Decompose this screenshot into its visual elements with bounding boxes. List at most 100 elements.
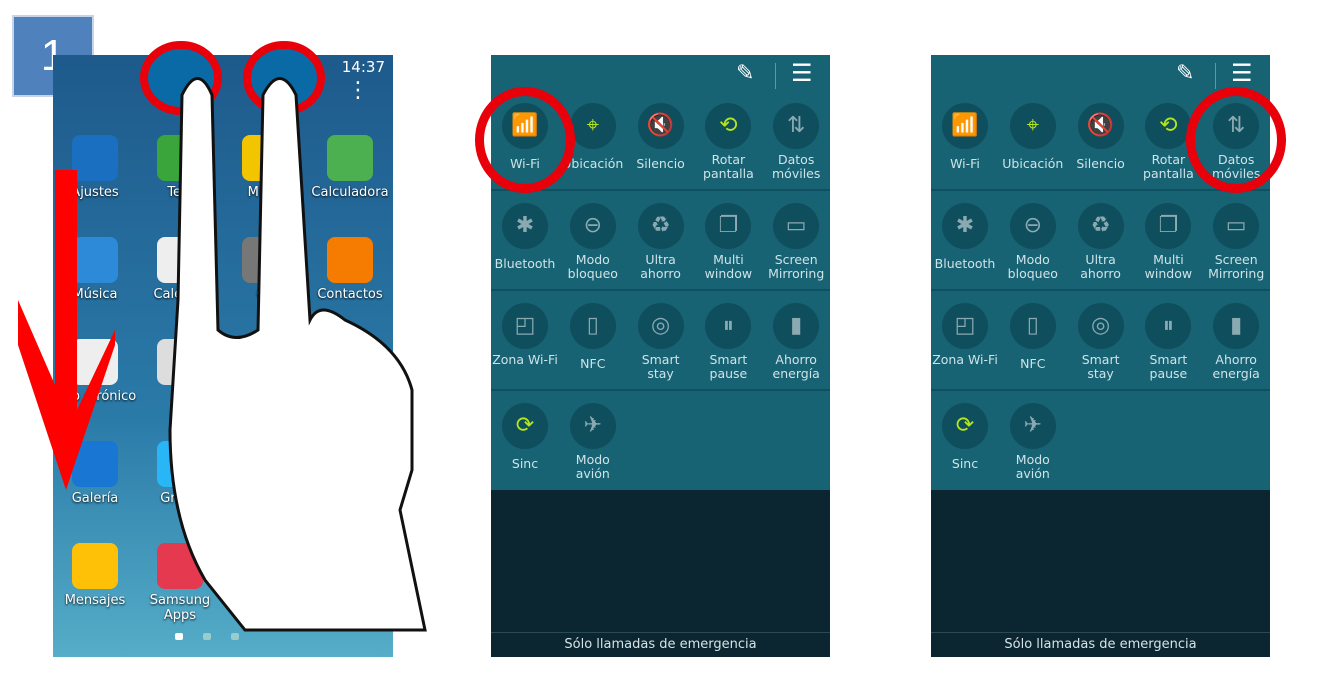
power-saving-icon: ▮	[773, 303, 820, 349]
quick-toggle-multi-window[interactable]: ❐ Multi window	[694, 203, 762, 281]
location-icon: ⌖	[569, 103, 616, 149]
toggle-label: NFC	[1020, 356, 1046, 371]
toggle-label: Smart pause	[1149, 352, 1188, 381]
quick-toggle-airplane[interactable]: ✈ Modo avión	[559, 403, 627, 481]
location-icon: ⌖	[1009, 103, 1056, 149]
toggle-label: Modo avión	[1015, 452, 1050, 481]
toggle-label: Rotar pantalla	[703, 152, 754, 181]
quick-toggle-screen-mirroring[interactable]: ▭ Screen Mirroring	[1202, 203, 1270, 281]
toggle-label: NFC	[580, 356, 606, 371]
toggle-label: Zona Wi-Fi	[932, 352, 998, 367]
quick-toggle-hotspot[interactable]: ◰ Zona Wi-Fi	[491, 303, 559, 367]
toggle-label: Zona Wi-Fi	[492, 352, 558, 367]
toggle-label: Ultra ahorro	[1080, 252, 1121, 281]
quick-settings-panel: ✎ ☰ 📶 Wi-Fi ⌖ Ubicación 🔇 Silencio ⟲ Rot…	[931, 55, 1287, 657]
mute-icon: 🔇	[1077, 103, 1124, 149]
quick-toggle-nfc[interactable]: ▯ NFC	[559, 303, 627, 371]
smart-pause-icon: ⏸	[705, 303, 752, 349]
edit-pencil-icon[interactable]: ✎	[1176, 61, 1194, 86]
block-mode-icon: ⊖	[1009, 203, 1056, 249]
screen-mirroring-icon: ▭	[1213, 203, 1260, 249]
toggle-label: Sinc	[511, 456, 539, 471]
smart-pause-icon: ⏸	[1145, 303, 1192, 349]
list-view-icon[interactable]: ☰	[1231, 59, 1253, 87]
toggle-label: Modo bloqueo	[567, 252, 618, 281]
toggle-label: Sinc	[951, 456, 979, 471]
sync-icon: ⟳	[942, 403, 988, 449]
toggle-label: Smart stay	[1081, 352, 1120, 381]
airplane-icon: ✈	[569, 403, 616, 449]
notification-area: Sólo llamadas de emergencia	[491, 490, 830, 657]
highlight-circle	[1186, 87, 1287, 193]
emergency-calls-label: Sólo llamadas de emergencia	[491, 632, 830, 657]
quick-toggle-block-mode[interactable]: ⊖ Modo bloqueo	[559, 203, 627, 281]
emergency-calls-label: Sólo llamadas de emergencia	[931, 632, 1270, 657]
quick-toggle-ultra-saving[interactable]: ♻ Ultra ahorro	[1067, 203, 1135, 281]
rotate-icon: ⟲	[705, 103, 752, 149]
quick-toggle-location[interactable]: ⌖ Ubicación	[999, 103, 1067, 171]
quick-toggle-block-mode[interactable]: ⊖ Modo bloqueo	[999, 203, 1067, 281]
quick-toggle-bluetooth[interactable]: ✱ Bluetooth	[931, 203, 999, 271]
quick-toggle-smart-stay[interactable]: ◎ Smart stay	[1067, 303, 1135, 381]
quick-toggle-sync[interactable]: ⟳ Sinc	[931, 403, 999, 471]
quick-toggle-smart-stay[interactable]: ◎ Smart stay	[627, 303, 695, 381]
nfc-icon: ▯	[569, 303, 616, 349]
quick-toggle-power-saving[interactable]: ▮ Ahorro energía	[1202, 303, 1270, 381]
toggle-label: Multi window	[1144, 252, 1193, 281]
quick-toggle-wifi[interactable]: 📶 Wi-Fi	[931, 103, 999, 171]
toggle-label: Silencio	[1076, 156, 1125, 171]
toggle-label: Ultra ahorro	[640, 252, 681, 281]
quick-toggle-mute[interactable]: 🔇 Silencio	[1067, 103, 1135, 171]
quick-toggle-smart-pause[interactable]: ⏸ Smart pause	[694, 303, 762, 381]
airplane-icon: ✈	[1009, 403, 1056, 449]
toggle-label: Ahorro energía	[1212, 352, 1260, 381]
quick-toggle-airplane[interactable]: ✈ Modo avión	[999, 403, 1067, 481]
bluetooth-icon: ✱	[942, 203, 988, 249]
quick-toggle-bluetooth[interactable]: ✱ Bluetooth	[491, 203, 559, 271]
toggle-label: Ubicación	[1002, 156, 1064, 171]
quick-toggle-screen-mirroring[interactable]: ▭ Screen Mirroring	[762, 203, 830, 281]
smart-stay-icon: ◎	[1077, 303, 1124, 349]
nfc-icon: ▯	[1009, 303, 1056, 349]
power-saving-icon: ▮	[1213, 303, 1260, 349]
quick-settings-panel: ✎ ☰ 📶 Wi-Fi ⌖ Ubicación 🔇 Silencio ⟲ Rot…	[475, 55, 830, 657]
quick-toggle-sync[interactable]: ⟳ Sinc	[491, 403, 559, 471]
quick-toggle-multi-window[interactable]: ❐ Multi window	[1134, 203, 1202, 281]
smart-stay-icon: ◎	[637, 303, 684, 349]
toggle-label: Datos móviles	[772, 152, 821, 181]
hotspot-icon: ◰	[502, 303, 548, 349]
quick-toggle-ultra-saving[interactable]: ♻ Ultra ahorro	[627, 203, 695, 281]
toggle-label: Modo avión	[575, 452, 610, 481]
screen-mirroring-icon: ▭	[773, 203, 820, 249]
toggle-label: Multi window	[704, 252, 753, 281]
ultra-saving-icon: ♻	[1077, 203, 1124, 249]
quick-toggle-mute[interactable]: 🔇 Silencio	[627, 103, 695, 171]
quick-toggle-power-saving[interactable]: ▮ Ahorro energía	[762, 303, 830, 381]
bluetooth-icon: ✱	[502, 203, 548, 249]
quick-toggle-nfc[interactable]: ▯ NFC	[999, 303, 1067, 371]
toggle-label: Ahorro energía	[772, 352, 820, 381]
quick-toggle-hotspot[interactable]: ◰ Zona Wi-Fi	[931, 303, 999, 367]
wifi-icon: 📶	[942, 103, 988, 149]
rotate-icon: ⟲	[1145, 103, 1192, 149]
quick-toggle-rotate[interactable]: ⟲ Rotar pantalla	[694, 103, 762, 181]
edit-pencil-icon[interactable]: ✎	[736, 61, 754, 86]
toggle-label: Wi-Fi	[950, 156, 980, 171]
quick-toggle-mobile-data[interactable]: ⇅ Datos móviles	[762, 103, 830, 181]
toggle-label: Bluetooth	[934, 256, 996, 271]
toggle-label: Silencio	[636, 156, 685, 171]
gesture-overlay	[18, 41, 427, 632]
toggle-label: Screen Mirroring	[768, 252, 825, 281]
mobile-data-icon: ⇅	[773, 103, 820, 149]
notification-area: Sólo llamadas de emergencia	[931, 490, 1270, 657]
block-mode-icon: ⊖	[569, 203, 616, 249]
list-view-icon[interactable]: ☰	[791, 59, 813, 87]
multi-window-icon: ❐	[1145, 203, 1192, 249]
sync-icon: ⟳	[502, 403, 548, 449]
swipe-down-arrow-icon	[18, 170, 115, 490]
toggle-label: Smart pause	[709, 352, 748, 381]
toggle-label: Modo bloqueo	[1007, 252, 1058, 281]
hand-illustration	[168, 77, 427, 632]
highlight-circle	[475, 87, 575, 193]
quick-toggle-smart-pause[interactable]: ⏸ Smart pause	[1134, 303, 1202, 381]
